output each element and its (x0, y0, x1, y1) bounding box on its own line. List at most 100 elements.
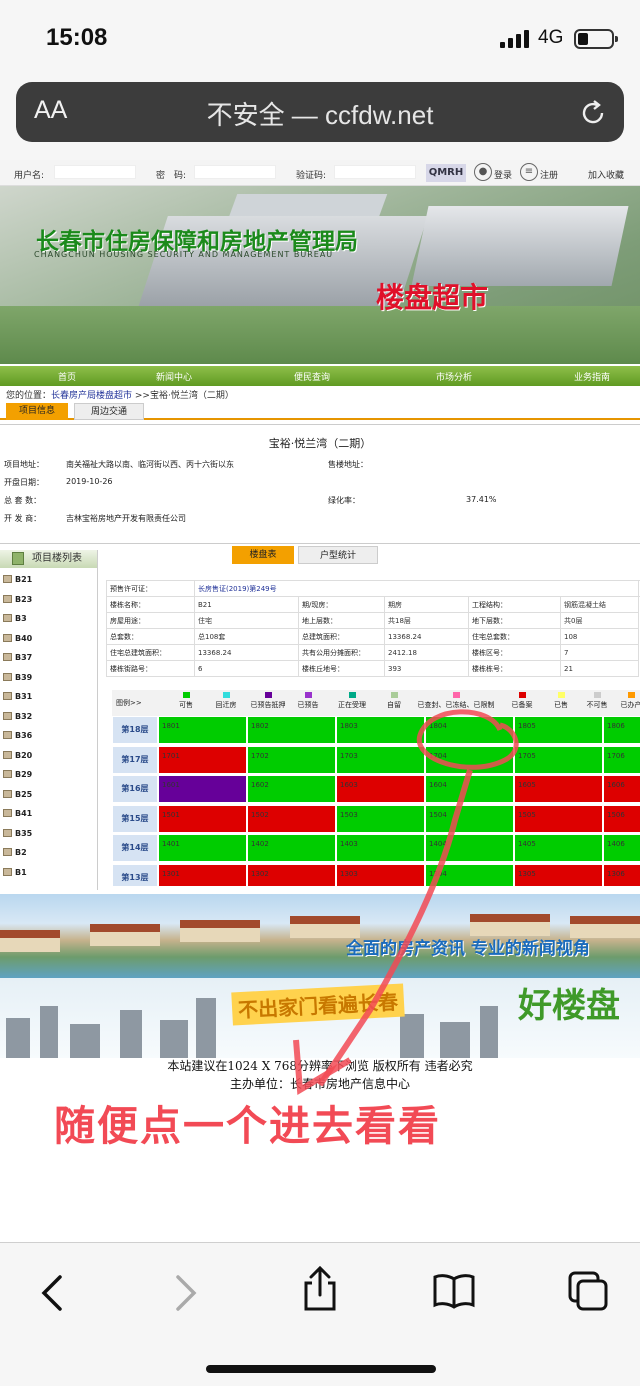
building-item[interactable]: B35 (0, 828, 32, 848)
username-input[interactable] (54, 165, 136, 179)
add-favorite-link[interactable]: 加入收藏 (588, 168, 624, 181)
building-item-label[interactable]: B20 (15, 751, 32, 760)
building-item[interactable]: B32 (0, 711, 32, 731)
unit-cell[interactable]: 1503 (336, 804, 425, 833)
permit-value[interactable]: 长房售证(2019)第249号 (193, 580, 640, 597)
user-icon[interactable]: ● (474, 163, 492, 181)
building-item-label[interactable]: B31 (15, 692, 32, 701)
ad-banner-city[interactable]: 不出家门看遍长春 好楼盘 (0, 978, 640, 1058)
unit-cell[interactable]: 1703 (336, 745, 425, 774)
building-icon (3, 770, 12, 778)
building-item[interactable]: B36 (0, 730, 32, 750)
building-item-label[interactable]: B35 (15, 829, 32, 838)
tabs-icon[interactable] (566, 1269, 610, 1313)
nav-query[interactable]: 便民查询 (294, 370, 330, 383)
unit-cell[interactable]: 1401 (158, 834, 247, 862)
forward-icon[interactable] (172, 1273, 200, 1313)
unit-cell[interactable]: 1705 (514, 745, 603, 774)
bookmarks-icon[interactable] (432, 1273, 476, 1309)
building-item-label[interactable]: B29 (15, 770, 32, 779)
building-item[interactable]: B40 (0, 633, 32, 653)
unit-cell[interactable]: 1502 (247, 804, 336, 833)
reload-icon[interactable] (578, 98, 608, 128)
unit-cell[interactable]: 1602 (247, 775, 336, 803)
building-item[interactable]: B37 (0, 652, 32, 672)
unit-cell[interactable]: 1706 (603, 745, 640, 774)
building-item-label[interactable]: B2 (15, 848, 27, 857)
unit-cell[interactable]: 1804 (425, 716, 514, 744)
nav-market[interactable]: 市场分析 (436, 370, 472, 383)
unit-cell[interactable]: 1805 (514, 716, 603, 744)
building-item[interactable]: B25 (0, 789, 32, 809)
building-item-label[interactable]: B41 (15, 809, 32, 818)
building-item-label[interactable]: B37 (15, 653, 32, 662)
building-item-label[interactable]: B36 (15, 731, 32, 740)
unit-cell[interactable]: 1704 (425, 745, 514, 774)
nav-guide[interactable]: 业务指南 (574, 370, 610, 383)
building-item[interactable]: B3 (0, 613, 32, 633)
building-item-label[interactable]: B39 (15, 673, 32, 682)
building-item-label[interactable]: B40 (15, 634, 32, 643)
unit-cell[interactable]: 1306 (603, 863, 640, 886)
building-item[interactable]: B31 (0, 691, 32, 711)
building-item-label[interactable]: B32 (15, 712, 32, 721)
unit-cell[interactable]: 1406 (603, 834, 640, 862)
unit-cell[interactable]: 1801 (158, 716, 247, 744)
floor-row: 第14层 1401 1402 1403 1404 1405 1406 (112, 834, 640, 862)
login-link[interactable]: 登录 (494, 168, 512, 181)
unit-cell[interactable]: 1806 (603, 716, 640, 744)
share-icon[interactable] (300, 1265, 340, 1313)
unit-cell[interactable]: 1803 (336, 716, 425, 744)
tab-nearby-traffic[interactable]: 周边交通 (74, 403, 144, 420)
ad-banner-riverside[interactable]: 全面的房产资讯 专业的新闻视角 (0, 894, 640, 978)
building-item-label[interactable]: B21 (15, 575, 32, 584)
unit-cell[interactable]: 1405 (514, 834, 603, 862)
unit-cell[interactable]: 1304 (425, 863, 514, 886)
building-item-label[interactable]: B1 (15, 868, 27, 877)
password-input[interactable] (194, 165, 276, 179)
building-item[interactable]: B41 (0, 808, 32, 828)
building-item[interactable]: B21 (0, 574, 32, 594)
building-item[interactable]: B29 (0, 769, 32, 789)
unit-cell[interactable]: 1605 (514, 775, 603, 803)
unit-cell[interactable]: 1302 (247, 863, 336, 886)
tab-project-info[interactable]: 项目信息 (6, 403, 68, 420)
unit-cell[interactable]: 1505 (514, 804, 603, 833)
unit-cell[interactable]: 1501 (158, 804, 247, 833)
address-bar[interactable]: AA 不安全 — ccfdw.net (16, 82, 624, 142)
nav-home[interactable]: 首页 (58, 370, 76, 383)
menu-icon[interactable]: ≡ (520, 163, 538, 181)
building-item-label[interactable]: B25 (15, 790, 32, 799)
unit-cell[interactable]: 1403 (336, 834, 425, 862)
back-icon[interactable] (38, 1273, 66, 1313)
unit-cell[interactable]: 1604 (425, 775, 514, 803)
captcha-image[interactable]: QMRH (426, 164, 466, 182)
url-text[interactable]: 不安全 — ccfdw.net (16, 95, 624, 132)
unit-cell[interactable]: 1701 (158, 745, 247, 774)
register-link[interactable]: 注册 (540, 168, 558, 181)
unit-cell[interactable]: 1702 (247, 745, 336, 774)
unit-cell[interactable]: 1402 (247, 834, 336, 862)
building-item[interactable]: B39 (0, 672, 32, 692)
unit-cell[interactable]: 1504 (425, 804, 514, 833)
unit-cell[interactable]: 1305 (514, 863, 603, 886)
tab-building-table[interactable]: 楼盘表 (232, 546, 294, 564)
captcha-input[interactable] (334, 165, 416, 179)
unit-cell[interactable]: 1506 (603, 804, 640, 833)
unit-cell[interactable]: 1404 (425, 834, 514, 862)
building-item[interactable]: B2 (0, 847, 32, 867)
unit-cell[interactable]: 1601 (158, 775, 247, 803)
breadcrumb-link[interactable]: 长春房产局楼盘超市 (51, 391, 132, 401)
building-item[interactable]: B20 (0, 750, 32, 770)
unit-cell[interactable]: 1301 (158, 863, 247, 886)
unit-cell[interactable]: 1606 (603, 775, 640, 803)
building-item[interactable]: B23 (0, 594, 32, 614)
unit-cell[interactable]: 1303 (336, 863, 425, 886)
building-item-label[interactable]: B3 (15, 614, 27, 623)
unit-cell[interactable]: 1603 (336, 775, 425, 803)
unit-cell[interactable]: 1802 (247, 716, 336, 744)
nav-news[interactable]: 新闻中心 (156, 370, 192, 383)
building-item[interactable]: B1 (0, 867, 32, 887)
tab-unit-type-stats[interactable]: 户型统计 (298, 546, 378, 564)
building-item-label[interactable]: B23 (15, 595, 32, 604)
